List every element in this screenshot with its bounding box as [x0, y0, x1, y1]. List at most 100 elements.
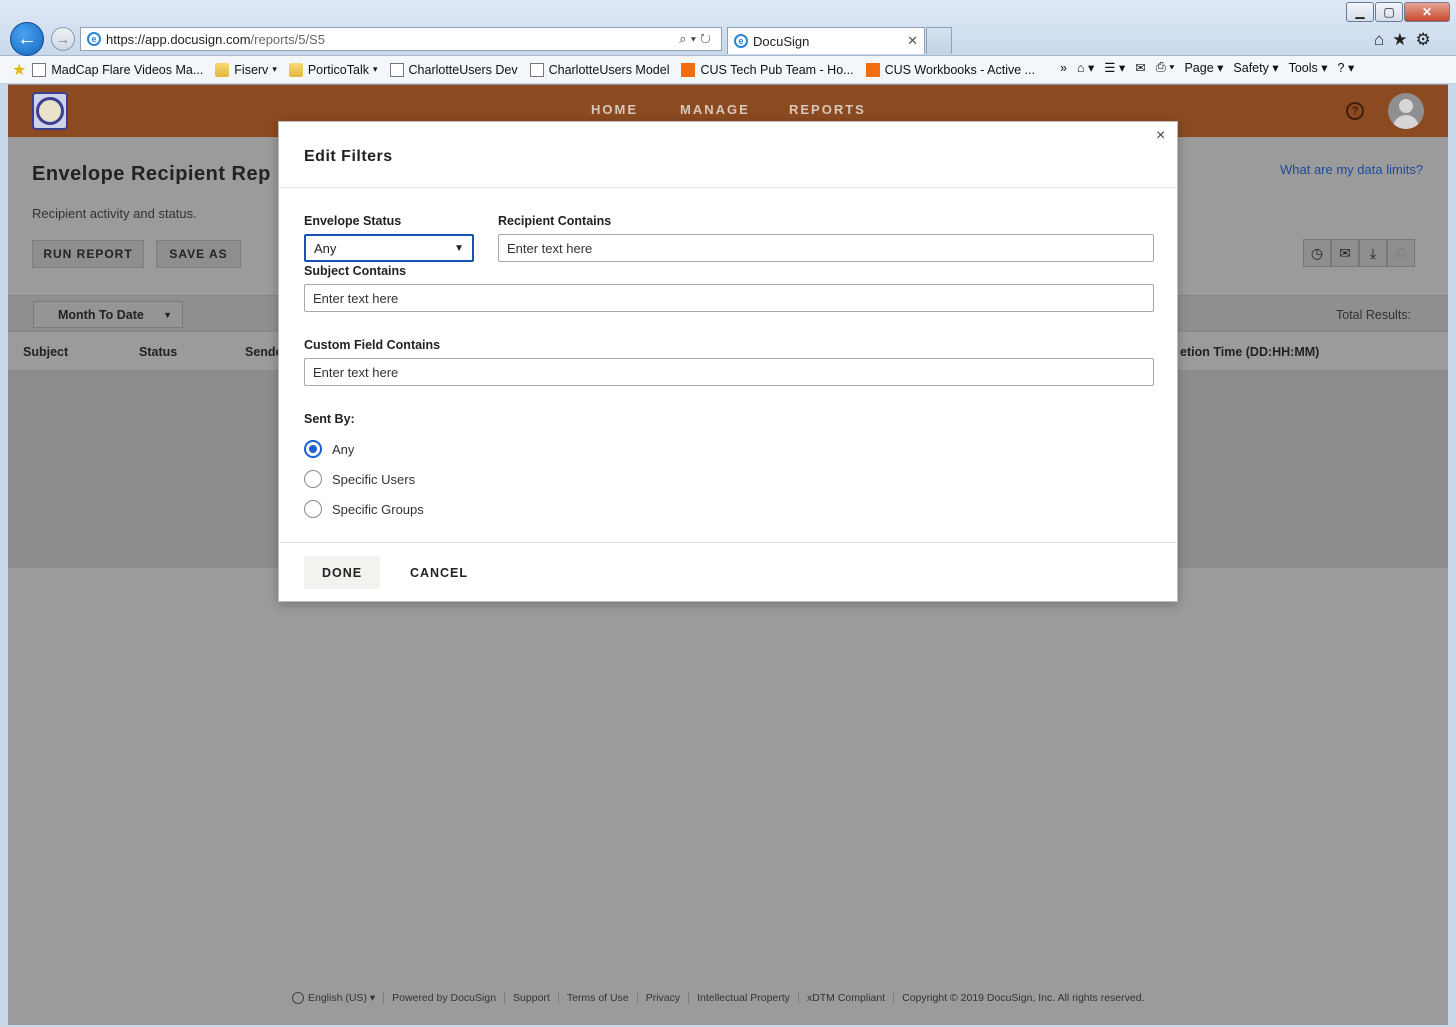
back-arrow-icon[interactable]: ←	[10, 22, 44, 56]
favorite-item[interactable]: CUS Workbooks - Active ...	[865, 62, 1035, 77]
run-report-button[interactable]: RUN REPORT	[32, 240, 144, 268]
overflow-chevron-icon[interactable]: »	[1060, 61, 1067, 75]
radio-unselected-icon[interactable]	[304, 500, 322, 518]
footer: English (US) ▾ Powered by DocuSign Suppo…	[292, 992, 1152, 1005]
recipient-contains-label: Recipient Contains	[498, 214, 612, 228]
email-icon[interactable]: ✉	[1331, 239, 1359, 267]
maximize-button[interactable]: ▢	[1375, 2, 1403, 22]
footer-link[interactable]: Intellectual Property	[688, 992, 798, 1005]
total-results: Total Results:	[1336, 308, 1412, 322]
recipient-contains-input[interactable]: Enter text here	[498, 234, 1154, 262]
globe-icon	[292, 992, 304, 1005]
ie-tab-icon: e	[734, 34, 748, 48]
subject-contains-input[interactable]: Enter text here	[304, 284, 1154, 312]
help-icon[interactable]: ?	[1346, 102, 1364, 120]
divider	[279, 542, 1177, 543]
favorite-folder[interactable]: PorticoTalk ▾	[288, 62, 378, 77]
sent-by-specific-users-option[interactable]: Specific Users	[304, 470, 415, 488]
dialog-title: Edit Filters	[304, 148, 393, 165]
sent-by-any-option[interactable]: Any	[304, 440, 354, 458]
print-icon[interactable]: ⎙	[1387, 239, 1415, 267]
language-selector[interactable]: English (US) ▾	[292, 992, 383, 1005]
close-tab-icon[interactable]: ✕	[907, 33, 918, 49]
help-circle-icon[interactable]: ? ▾	[1338, 60, 1355, 75]
footer-link[interactable]: Powered by DocuSign	[383, 992, 504, 1005]
ie-logo-icon: e	[87, 32, 101, 46]
office-icon	[681, 62, 696, 77]
browser-titlebar: ▁ ▢ ✕ ← → e https://app.docusign.com/rep…	[0, 0, 1456, 56]
report-action-icons: ◷ ✉ ⤓ ⎙	[1303, 239, 1415, 267]
radio-unselected-icon[interactable]	[304, 470, 322, 488]
url-path: /reports/5/S5	[250, 31, 325, 47]
page-subtitle: Recipient activity and status.	[32, 206, 197, 221]
browser-tab[interactable]: e DocuSign ✕	[727, 27, 925, 54]
sent-by-label: Sent By:	[304, 412, 355, 426]
sent-by-specific-groups-option[interactable]: Specific Groups	[304, 500, 424, 518]
divider	[279, 187, 1177, 188]
folder-icon	[288, 62, 303, 77]
favorites-star-icon[interactable]: ★	[12, 60, 26, 80]
footer-link[interactable]: Support	[504, 992, 558, 1005]
column-subject[interactable]: Subject	[23, 345, 68, 359]
favorite-item[interactable]: CharlotteUsers Model	[529, 62, 669, 77]
data-limits-link[interactable]: What are my data limits?	[1280, 162, 1423, 177]
nav-reports[interactable]: REPORTS	[789, 102, 866, 117]
download-icon[interactable]: ⤓	[1359, 239, 1387, 267]
window-right-edge	[1448, 84, 1456, 1027]
close-icon[interactable]: ×	[1156, 127, 1165, 145]
address-bar[interactable]: e https://app.docusign.com/reports/5/S5 …	[80, 27, 722, 51]
page-icon	[32, 62, 47, 77]
address-tools-icon[interactable]: ⌕▾↻	[679, 31, 715, 47]
page-icon	[389, 62, 404, 77]
home-icon[interactable]: ⌂ ▾	[1077, 60, 1094, 75]
done-button[interactable]: DONE	[304, 556, 380, 589]
folder-icon	[215, 62, 230, 77]
nav-manage[interactable]: MANAGE	[680, 102, 750, 117]
column-status[interactable]: Status	[139, 345, 177, 359]
avatar[interactable]	[1388, 93, 1424, 129]
custom-field-contains-input[interactable]: Enter text here	[304, 358, 1154, 386]
print-icon[interactable]: ⎙ ▾	[1156, 60, 1175, 75]
mail-icon[interactable]: ✉	[1135, 60, 1145, 75]
edit-filters-dialog: Edit Filters × Envelope Status Any ▼ Rec…	[278, 121, 1178, 602]
caret-down-icon: ▼	[163, 310, 172, 320]
envelope-status-label: Envelope Status	[304, 214, 402, 228]
company-logo[interactable]	[32, 92, 68, 130]
footer-link[interactable]: Privacy	[636, 992, 688, 1005]
copyright: Copyright © 2019 DocuSign, Inc. All righ…	[893, 992, 1152, 1005]
footer-link[interactable]: Terms of Use	[557, 992, 637, 1005]
office-icon	[865, 62, 880, 77]
date-range-dropdown[interactable]: Month To Date ▼	[33, 301, 183, 328]
save-as-button[interactable]: SAVE AS	[156, 240, 241, 268]
url-host: https://app.docusign.com	[106, 31, 251, 47]
forward-arrow-icon[interactable]: →	[51, 27, 75, 51]
command-bar: » ⌂ ▾ ☰ ▾ ✉ ⎙ ▾ Page ▾ Safety ▾ Tools ▾ …	[1060, 60, 1364, 75]
footer-link[interactable]: xDTM Compliant	[797, 992, 893, 1005]
cancel-button[interactable]: CANCEL	[401, 556, 477, 589]
favorite-item[interactable]: CUS Tech Pub Team - Ho...	[681, 62, 854, 77]
favorite-item[interactable]: CharlotteUsers Dev	[389, 62, 518, 77]
favorite-folder[interactable]: Fiserv ▾	[215, 62, 277, 77]
page-icon	[529, 62, 544, 77]
tools-menu[interactable]: Tools ▾	[1289, 60, 1328, 75]
page-menu[interactable]: Page ▾	[1184, 60, 1223, 75]
close-window-button[interactable]: ✕	[1404, 2, 1450, 22]
radio-selected-icon[interactable]	[304, 440, 322, 458]
envelope-status-select[interactable]: Any ▼	[304, 234, 474, 262]
tab-title: DocuSign	[753, 33, 810, 49]
nav-home[interactable]: HOME	[591, 102, 638, 117]
subject-contains-label: Subject Contains	[304, 264, 407, 278]
minimize-button[interactable]: ▁	[1346, 2, 1374, 22]
rss-icon[interactable]: ☰ ▾	[1104, 60, 1125, 75]
safety-menu[interactable]: Safety ▾	[1233, 60, 1278, 75]
favorite-item[interactable]: MadCap Flare Videos Ma...	[32, 62, 203, 77]
column-completion-time[interactable]: etion Time (DD:HH:MM)	[1180, 345, 1319, 359]
caret-down-icon: ▼	[454, 243, 464, 254]
page-title: Envelope Recipient Rep	[32, 163, 271, 185]
window-left-edge	[0, 84, 8, 1027]
schedule-clock-icon[interactable]: ◷	[1303, 239, 1331, 267]
new-tab-button[interactable]	[926, 27, 952, 54]
browser-home-favorites-settings-icons[interactable]: ⌂★⚙	[1374, 30, 1439, 50]
column-sender[interactable]: Sende	[245, 345, 283, 359]
custom-field-contains-label: Custom Field Contains	[304, 338, 441, 352]
